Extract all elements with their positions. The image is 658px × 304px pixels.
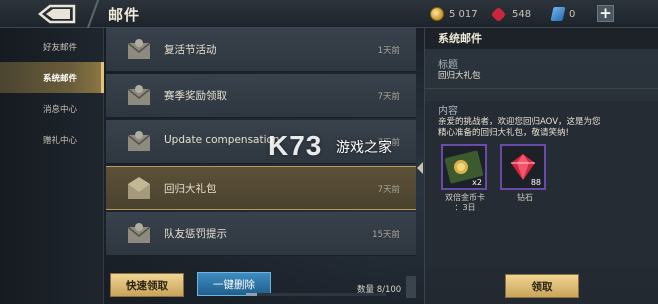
voucher-counter: 0 — [550, 6, 576, 22]
collapse-arrow-icon[interactable] — [417, 162, 423, 174]
watermark-logo: K73 — [268, 130, 323, 161]
mail-detail-panel: 系统邮件 标题 回归大礼包 内容 亲爱的挑战者，欢迎您回归AOV，这是为您 精心… — [424, 28, 658, 304]
detail-content-line: 精心准备的回归大礼包，敬请笑纳! — [438, 128, 569, 138]
mail-row-selected[interactable]: 回归大礼包 7天前 — [106, 166, 416, 210]
sidebar-item-gift-center[interactable]: 赠礼中心 — [0, 124, 104, 155]
mail-time: 7天前 — [377, 185, 400, 195]
mail-row[interactable]: 队友惩罚提示 15天前 — [106, 212, 416, 256]
mail-time: 1天前 — [377, 46, 400, 56]
mail-envelope-icon — [127, 85, 151, 105]
mail-capacity-bar — [246, 293, 386, 296]
back-arrow-icon — [37, 4, 76, 24]
quick-claim-button[interactable]: 快速领取 — [110, 273, 184, 297]
sidebar-item-label: 赠礼中心 — [43, 135, 78, 146]
mail-screen: 邮件 5 017 548 0 + 好友邮件 系统邮件 消息中心 赠礼中心 复活节… — [0, 0, 658, 304]
mail-time: 15天前 — [372, 230, 400, 240]
sidebar-item-message-center[interactable]: 消息中心 — [0, 93, 104, 124]
mail-title: 复活节活动 — [164, 44, 217, 56]
watermark-text: 游戏之家 — [336, 140, 392, 156]
reward-name: 双倍金币卡 ：3日 — [435, 193, 495, 213]
ruby-gem-icon — [490, 6, 507, 22]
sidebar-item-label: 消息中心 — [43, 104, 78, 115]
mail-capacity-fill — [246, 293, 258, 296]
mail-row[interactable]: 复活节活动 1天前 — [106, 28, 416, 72]
sidebar-item-label: 系统邮件 — [43, 73, 78, 84]
detail-title-value: 回归大礼包 — [438, 71, 481, 81]
gold-coin-icon — [430, 7, 444, 21]
gem-amount: 548 — [512, 8, 532, 20]
mail-envelope-open-icon — [128, 177, 150, 199]
reward-quantity: 88 — [530, 178, 541, 187]
mail-time: 7天前 — [377, 92, 400, 102]
reward-badge: x2 — [472, 178, 482, 187]
back-button[interactable] — [36, 4, 78, 24]
add-currency-button[interactable]: + — [597, 5, 614, 22]
voucher-icon — [550, 7, 566, 21]
sidebar: 好友邮件 系统邮件 消息中心 赠礼中心 — [0, 28, 104, 304]
gold-counter: 5 017 — [430, 6, 478, 22]
claim-button[interactable]: 领取 — [505, 274, 579, 298]
mail-title: 回归大礼包 — [164, 183, 217, 195]
mail-row[interactable]: 赛季奖励领取 7天前 — [106, 74, 416, 118]
sidebar-item-friend-mail[interactable]: 好友邮件 — [0, 31, 104, 62]
gold-amount: 5 017 — [449, 8, 478, 20]
top-bar: 邮件 5 017 548 0 + — [0, 0, 658, 28]
reward-name: 钻石 — [517, 193, 533, 202]
scrollbar-handle[interactable] — [406, 276, 416, 298]
mail-envelope-icon — [127, 39, 151, 59]
mail-title: 赛季奖励领取 — [164, 90, 227, 102]
voucher-amount: 0 — [569, 8, 576, 20]
mail-title: Update compensation — [164, 134, 280, 146]
page-title: 邮件 — [108, 6, 141, 24]
mail-envelope-icon — [127, 131, 151, 151]
detail-divider — [425, 88, 658, 89]
sidebar-item-label: 好友邮件 — [43, 42, 78, 53]
detail-header: 系统邮件 — [425, 28, 658, 49]
reward-name-line: ：3日 — [454, 203, 476, 212]
mail-title: 队友惩罚提示 — [164, 228, 227, 240]
title-divider — [86, 0, 100, 28]
reward-item-double-gold[interactable]: x2 — [441, 144, 487, 190]
sidebar-item-system-mail[interactable]: 系统邮件 — [0, 62, 104, 93]
reward-item-diamond[interactable]: 88 — [500, 144, 546, 190]
mail-envelope-icon — [127, 223, 151, 243]
gem-counter: 548 — [490, 6, 532, 22]
reward-name-line: 双倍金币卡 — [445, 193, 485, 202]
